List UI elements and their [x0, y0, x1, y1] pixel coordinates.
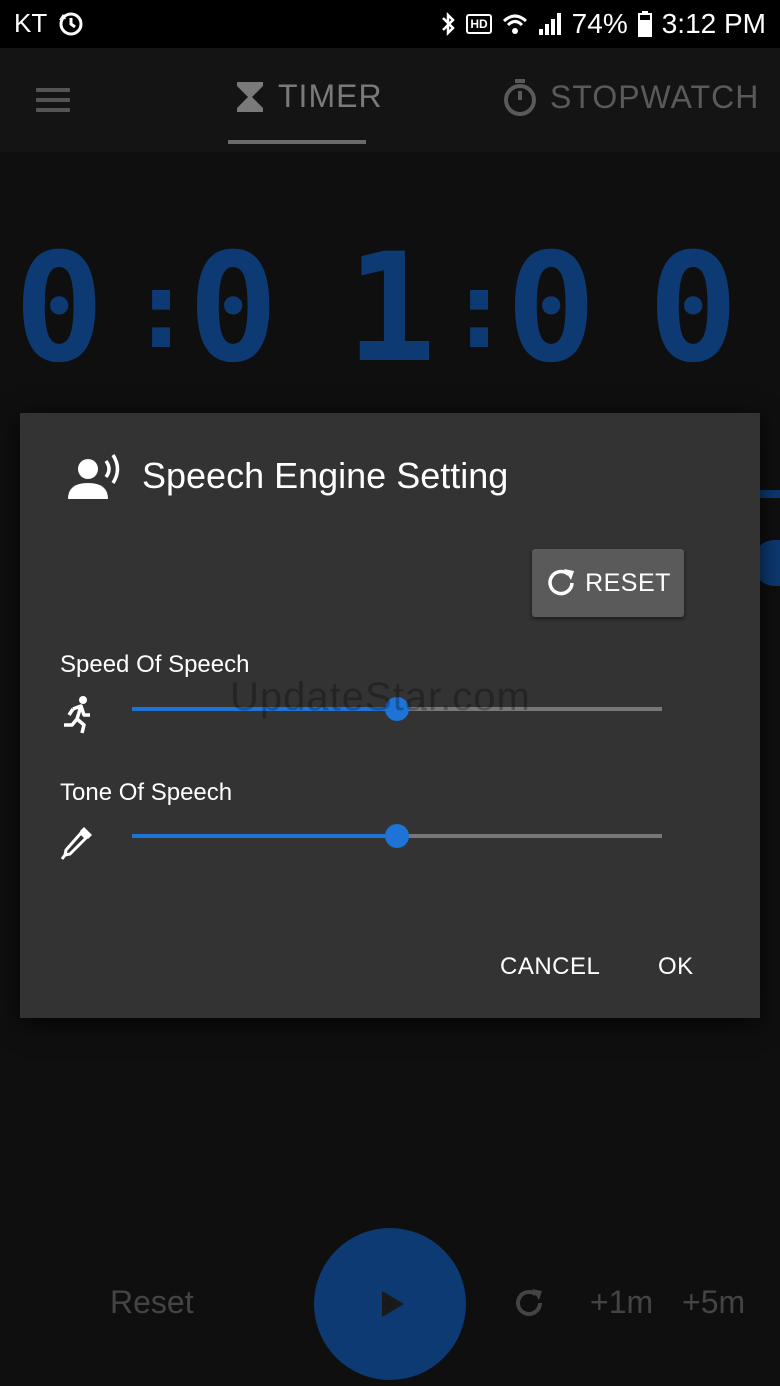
running-person-icon [64, 696, 90, 734]
active-tab-indicator [228, 140, 366, 144]
refresh-icon [548, 569, 575, 596]
tab-timer-label: TIMER [278, 78, 383, 114]
hd-voice-icon: HD [466, 14, 492, 34]
battery-percent: 74% [571, 8, 628, 39]
play-icon [382, 1291, 404, 1317]
stopwatch-icon [504, 79, 536, 116]
tone-slider[interactable] [132, 824, 662, 848]
reset-button-label: RESET [585, 568, 671, 597]
reset-button[interactable]: RESET [532, 549, 684, 617]
tab-stopwatch-label: STOPWATCH [550, 78, 760, 115]
cancel-button[interactable]: CANCEL [500, 953, 600, 981]
battery-icon [637, 11, 652, 37]
timer-separator: : [446, 245, 513, 373]
add-5-minutes-button[interactable]: +5m [682, 1284, 745, 1321]
timer-digit: 0 [188, 222, 279, 396]
timer-digit: 1 [346, 222, 437, 396]
tab-timer[interactable]: TIMER [234, 78, 383, 115]
clock-time: 3:12 PM [661, 8, 766, 39]
cell-signal-icon [538, 13, 561, 35]
timer-display: 0 : 0 1 : 0 0 [0, 222, 780, 396]
speech-engine-dialog: Speech Engine Setting RESET Speed Of Spe… [20, 413, 760, 1018]
status-bar-left: KT [14, 8, 85, 39]
carrier-label: KT [14, 8, 48, 38]
hamburger-menu-icon[interactable] [36, 88, 70, 112]
restart-icon[interactable] [512, 1286, 546, 1320]
add-1-minute-button[interactable]: +1m [590, 1284, 653, 1321]
dialog-title: Speech Engine Setting [142, 455, 509, 496]
eyedropper-icon [60, 827, 92, 860]
wifi-icon [502, 14, 527, 34]
ok-button[interactable]: OK [658, 953, 694, 981]
alarm-sync-icon [59, 12, 83, 35]
timer-separator: : [128, 245, 195, 373]
tone-slider-thumb[interactable] [385, 824, 409, 848]
tab-stopwatch[interactable]: STOPWATCH [502, 78, 759, 116]
app-bar: TIMER STOPWATCH [0, 48, 780, 152]
hourglass-icon [237, 81, 263, 112]
tone-slider-fill [132, 834, 397, 838]
status-bar-right: HD 74% 3:12 PM [440, 8, 766, 40]
tone-slider-label: Tone Of Speech [60, 779, 233, 806]
timer-digit: 0 [506, 222, 597, 396]
bluetooth-icon [442, 11, 456, 37]
timer-digit: 0 [14, 222, 105, 396]
status-bar: KT HD 74% 3:12 PM [0, 0, 780, 48]
voice-person-icon [68, 454, 120, 499]
watermark: UpdateStar.com [230, 675, 531, 719]
timer-digit: 0 [648, 222, 739, 396]
speed-slider-label: Speed Of Speech [60, 651, 250, 678]
play-button[interactable] [314, 1228, 466, 1380]
reset-text-button[interactable]: Reset [110, 1284, 194, 1321]
